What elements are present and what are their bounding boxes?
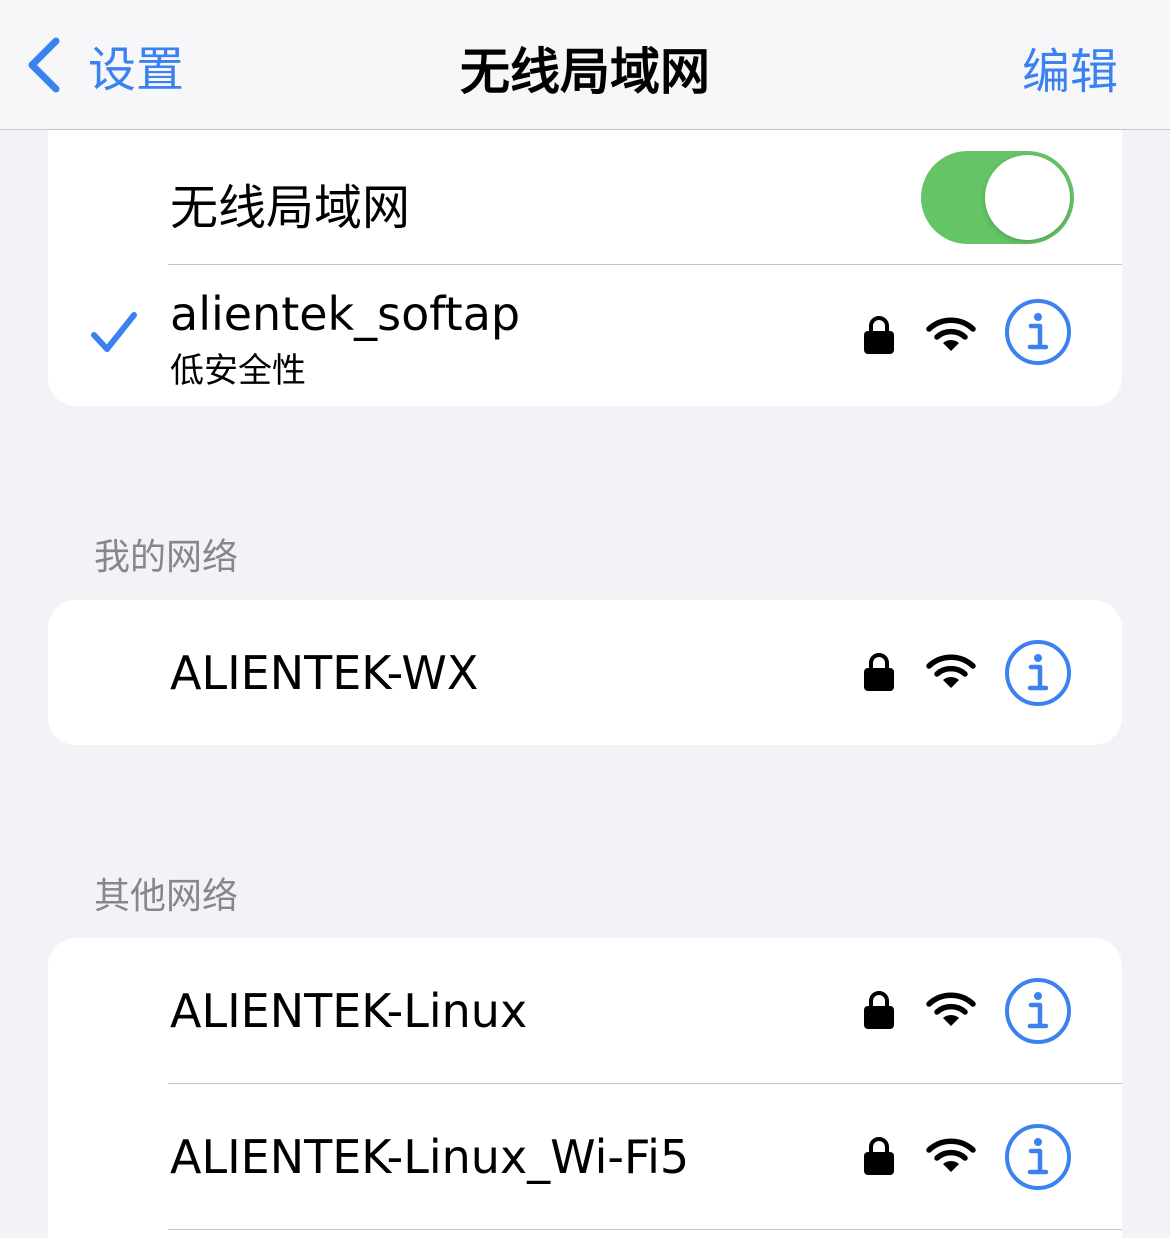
edit-button[interactable]: 编辑 <box>1022 32 1118 102</box>
network-row[interactable]: ALIENTEK-Linux_Wi-Fi5 <box>48 1084 1122 1229</box>
wifi-toggle-row: 无线局域网 <box>48 130 1122 264</box>
lock-icon <box>864 1137 894 1175</box>
network-name: alientek_softap <box>170 287 521 341</box>
network-name: ALIENTEK-Linux <box>170 984 528 1038</box>
divider <box>168 1229 1122 1230</box>
wifi-icon <box>926 317 976 351</box>
wifi-toggle-switch[interactable] <box>921 151 1074 244</box>
my-networks-card: ALIENTEK-WX <box>48 600 1122 745</box>
network-row[interactable]: ALIENTEK-WX <box>48 600 1122 745</box>
info-icon[interactable] <box>1004 298 1072 366</box>
network-row[interactable]: ALIENTEK-Linux <box>48 938 1122 1083</box>
info-icon[interactable] <box>1004 639 1072 707</box>
toggle-knob <box>985 155 1070 240</box>
lock-icon <box>864 991 894 1029</box>
lock-icon <box>864 653 894 691</box>
navigation-bar: 设置 无线局域网 编辑 <box>0 0 1170 130</box>
network-name: ALIENTEK-WX <box>170 646 479 700</box>
other-networks-card: ALIENTEK-Linux ALIENTEK-Linux_Wi-Fi5 <box>48 938 1122 1238</box>
wifi-icon <box>926 1138 976 1172</box>
wifi-icon <box>926 654 976 688</box>
checkmark-icon <box>91 312 137 352</box>
wifi-toggle-label: 无线局域网 <box>170 180 411 236</box>
wifi-icon <box>926 992 976 1026</box>
lock-icon <box>864 316 894 354</box>
my-networks-header: 我的网络 <box>94 537 239 578</box>
connected-network-row[interactable]: alientek_softap 低安全性 <box>48 265 1122 406</box>
network-security-note: 低安全性 <box>170 351 306 391</box>
network-name: ALIENTEK-Linux_Wi-Fi5 <box>170 1130 690 1184</box>
info-icon[interactable] <box>1004 1123 1072 1191</box>
page-title: 无线局域网 <box>460 43 710 101</box>
info-icon[interactable] <box>1004 977 1072 1045</box>
wifi-main-card: 无线局域网 alientek_softap 低安全性 <box>48 130 1122 406</box>
other-networks-header: 其他网络 <box>94 876 239 917</box>
